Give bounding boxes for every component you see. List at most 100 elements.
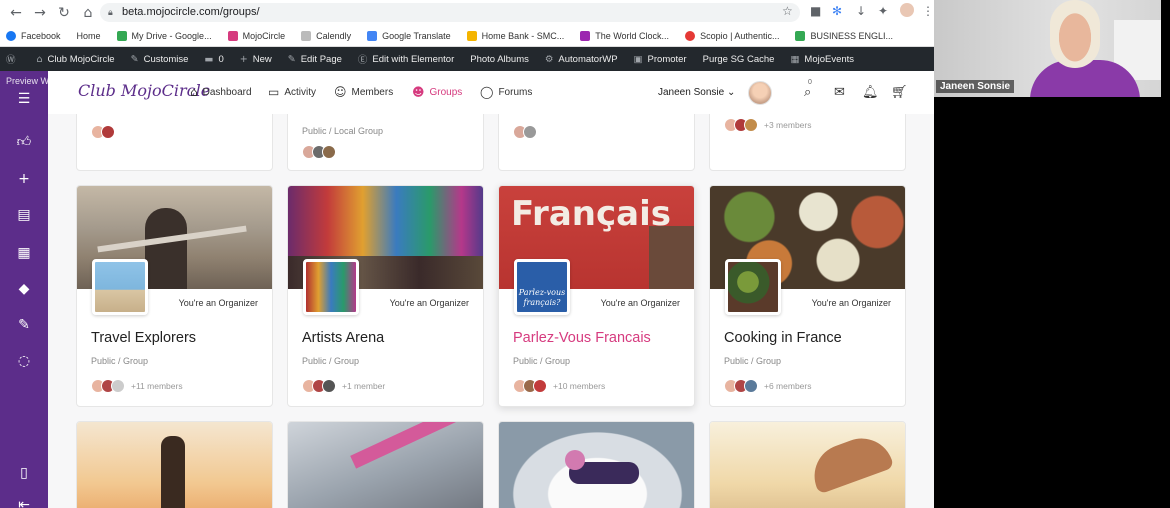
wp-promoter-link[interactable]: ▣ Promoter <box>634 54 687 65</box>
wp-comments-link[interactable]: ▬ 0 <box>204 54 223 65</box>
wp-purge-link[interactable]: Purge SG Cache <box>703 54 775 65</box>
wp-automator-link[interactable]: ⚙ AutomatorWP <box>545 54 618 65</box>
bookmarks-bar: Facebook Home My Drive - Google... MojoC… <box>0 25 934 47</box>
wp-new-link[interactable]: + New <box>240 54 272 65</box>
inbox-icon[interactable]: ✉ <box>834 85 845 100</box>
member-avatars: +1 member <box>302 379 385 393</box>
group-name[interactable]: Artists Arena <box>302 330 384 346</box>
wp-logo-icon[interactable]: Ⓦ <box>6 52 21 66</box>
participant-name: Janeen Sonsie <box>936 80 1015 93</box>
group-card[interactable] <box>287 421 484 508</box>
wp-site-link[interactable]: ⌂ Club MojoCircle <box>37 54 115 65</box>
nav-members[interactable]: ☺ Members <box>334 85 393 99</box>
thumbs-up-icon[interactable]: 👍︎ <box>0 133 48 150</box>
groups-grid: Public / Local Group +3 members You're a… <box>48 114 934 508</box>
group-type: Public / Group <box>513 356 571 366</box>
member-avatars: +11 members <box>91 379 183 393</box>
wp-events-link[interactable]: ▦ MojoEvents <box>790 54 854 65</box>
bookmark-translate[interactable]: Google Translate <box>367 30 451 41</box>
site-header: Club MojoCircle ⌂ Dashboard ▭ Activity ☺ Me… <box>48 71 934 114</box>
star-icon[interactable]: ☆ <box>782 4 793 18</box>
group-avatar: Parlez-vous français? <box>514 259 570 315</box>
group-avatar <box>725 259 781 315</box>
group-card-travel-explorers[interactable]: You're an Organizer Travel Explorers Pub… <box>76 185 273 407</box>
reload-icon[interactable]: ↻ <box>52 5 76 21</box>
book-icon[interactable]: ▤ <box>0 207 48 223</box>
groups-icon: ☻ <box>412 85 425 99</box>
organizer-label: You're an Organizer <box>178 298 258 308</box>
bell-icon[interactable]: 🔔︎ <box>862 85 879 100</box>
bookmark-home[interactable]: Home <box>77 31 101 41</box>
nav-forums[interactable]: ◯ Forums <box>480 85 532 99</box>
group-card[interactable] <box>76 114 273 171</box>
group-card[interactable] <box>498 421 695 508</box>
group-card[interactable]: Public / Local Group <box>287 114 484 171</box>
group-card[interactable] <box>709 421 906 508</box>
url-field[interactable]: 🔒︎ beta.mojocircle.com/groups/ <box>100 3 800 22</box>
bookmark-worldclock[interactable]: The World Clock... <box>580 30 669 41</box>
puzzle-icon[interactable]: ✦ <box>878 4 888 18</box>
wp-elementor-link[interactable]: Ⓔ Edit with Elementor <box>358 52 454 67</box>
group-type: Public / Group <box>91 356 149 366</box>
member-avatars: +10 members <box>513 379 605 393</box>
lock-icon: 🔒︎ <box>108 7 113 17</box>
pencil-icon[interactable]: ✎ <box>0 317 48 333</box>
nav-dashboard[interactable]: ⌂ Dashboard <box>190 85 252 99</box>
diamond-icon[interactable]: ◆ <box>0 281 48 297</box>
cart-badge: 0 <box>808 79 812 86</box>
loading-icon[interactable]: ◌ <box>0 353 48 369</box>
menu-icon[interactable]: ⋮ <box>922 4 934 18</box>
plus-icon[interactable]: + <box>0 171 48 187</box>
wp-edit-page-link[interactable]: ✎ Edit Page <box>288 54 342 65</box>
group-name[interactable]: Travel Explorers <box>91 330 196 346</box>
home-icon[interactable]: ⌂ <box>76 5 100 21</box>
group-card[interactable]: +3 members <box>709 114 906 171</box>
hamburger-icon[interactable]: ☰ <box>0 91 48 107</box>
cart-icon[interactable]: 🛒︎ <box>891 85 908 100</box>
wp-customise-link[interactable]: ✎ Customise <box>131 54 189 65</box>
group-card-artists-arena[interactable]: You're an Organizer Artists Arena Public… <box>287 185 484 407</box>
forward-icon[interactable]: → <box>28 5 52 21</box>
group-cover-image <box>710 422 905 508</box>
profile-icon[interactable] <box>900 3 914 17</box>
group-card[interactable] <box>498 114 695 171</box>
group-name[interactable]: Parlez-Vous Francais <box>513 330 651 346</box>
group-cover-image <box>499 422 694 508</box>
left-sidebar: ☰ 👍︎ + ▤ ▦ ◆ ✎ ◌ ▯ ⇤ <box>0 71 48 508</box>
bookmark-scopio[interactable]: Scopio | Authentic... <box>685 30 779 41</box>
group-type: Public / Local Group <box>302 126 384 136</box>
gear-icon[interactable]: ✻ <box>832 4 842 18</box>
bookmark-homebank[interactable]: Home Bank - SMC... <box>466 30 564 41</box>
bookmark-mojocircle[interactable]: MojoCircle <box>227 30 285 41</box>
group-card-cooking-in-france[interactable]: You're an Organizer Cooking in France Pu… <box>709 185 906 407</box>
group-avatar <box>92 259 148 315</box>
logout-icon[interactable]: ⇤ <box>0 497 48 508</box>
member-avatars: +6 members <box>724 379 811 393</box>
calendar-icon[interactable]: ▦ <box>0 245 48 261</box>
wp-albums-link[interactable]: Photo Albums <box>470 54 529 65</box>
bookmark-calendly[interactable]: Calendly <box>301 30 351 41</box>
group-name[interactable]: Cooking in France <box>724 330 842 346</box>
member-avatars <box>91 125 115 139</box>
member-avatars: +3 members <box>724 118 811 132</box>
group-card-parlez-vous[interactable]: Français Parlez-vous français? You're an… <box>498 185 695 407</box>
video-feed: Janeen Sonsie <box>934 0 1161 97</box>
search-icon[interactable]: ⌕ <box>804 85 811 100</box>
group-cover-image <box>288 422 483 508</box>
user-menu[interactable]: Janeen Sonsie ⌄ <box>658 87 735 98</box>
nav-activity[interactable]: ▭ Activity <box>268 85 316 99</box>
bookmark-drive[interactable]: My Drive - Google... <box>116 30 212 41</box>
group-avatar <box>303 259 359 315</box>
forums-icon: ◯ <box>480 85 494 99</box>
extension-icon[interactable]: ■ <box>810 4 821 18</box>
nav-groups[interactable]: ☻ Groups <box>412 85 462 99</box>
document-icon[interactable]: ▯ <box>0 465 48 481</box>
back-icon[interactable]: ← <box>4 5 28 21</box>
group-cover-image <box>77 422 272 508</box>
download-icon[interactable]: ↓ <box>856 4 866 18</box>
group-card[interactable] <box>76 421 273 508</box>
bookmark-business[interactable]: BUSINESS ENGLI... <box>795 30 893 41</box>
activity-icon: ▭ <box>268 85 280 99</box>
user-avatar[interactable] <box>748 81 772 105</box>
bookmark-facebook[interactable]: Facebook <box>6 30 61 41</box>
